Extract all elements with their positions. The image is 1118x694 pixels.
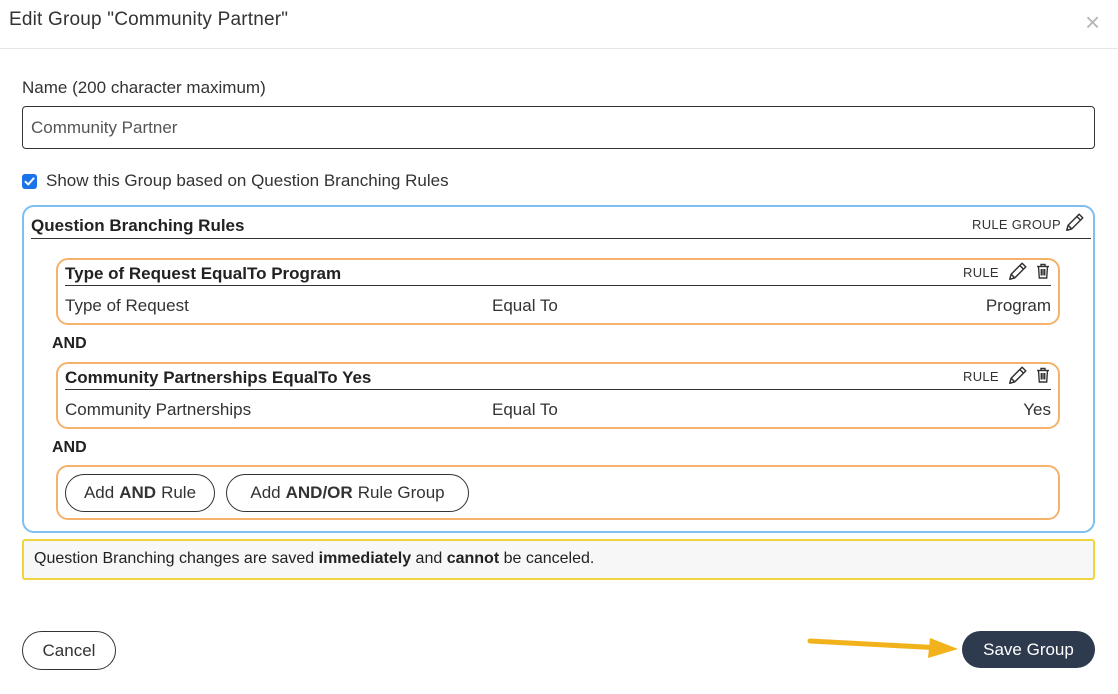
notice-text-3: be canceled. xyxy=(499,550,595,567)
rule-operator: Equal To xyxy=(492,400,558,419)
notice-text-1: Question Branching changes are saved xyxy=(34,550,319,567)
add-and-rule-bold: AND xyxy=(119,483,157,502)
cancel-button[interactable]: Cancel xyxy=(22,631,116,670)
rule-field: Type of Request xyxy=(65,296,189,315)
arrow-right-icon xyxy=(807,638,958,658)
delete-rule-trash-icon[interactable] xyxy=(1036,263,1050,284)
show-group-checkbox-label: Show this Group based on Question Branch… xyxy=(46,171,449,190)
and-connector: AND xyxy=(52,335,87,352)
close-icon[interactable]: × xyxy=(1085,9,1100,35)
rule-value: Program xyxy=(985,296,1051,315)
rule-group-label: RULE GROUP xyxy=(972,217,1061,232)
edit-rule-pencil-icon[interactable] xyxy=(1007,364,1029,391)
rule-title: Community Partnerships EqualTo Yes xyxy=(65,368,372,387)
show-group-checkbox-row[interactable]: Show this Group based on Question Branch… xyxy=(22,170,449,192)
dialog-title: Edit Group "Community Partner" xyxy=(9,9,289,30)
notice-bold-2: cannot xyxy=(446,550,500,567)
rule-label: RULE xyxy=(963,265,999,280)
show-group-checkbox[interactable] xyxy=(22,173,37,189)
rule-title: Type of Request EqualTo Program xyxy=(65,264,342,283)
edit-rule-group-pencil-icon[interactable] xyxy=(1064,211,1086,238)
delete-rule-trash-icon[interactable] xyxy=(1036,367,1050,388)
add-group-bold: AND/OR xyxy=(285,483,353,502)
name-label: Name (200 character maximum) xyxy=(22,78,266,97)
rule-field: Community Partnerships xyxy=(65,400,252,419)
branching-notice: Question Branching changes are saved imm… xyxy=(22,539,1095,580)
edit-rule-pencil-icon[interactable] xyxy=(1007,260,1029,287)
and-connector: AND xyxy=(52,439,87,456)
name-input[interactable] xyxy=(22,106,1095,149)
add-rule-panel: Add AND Rule Add AND/OR Rule Group xyxy=(56,465,1060,520)
rule-operator: Equal To xyxy=(492,296,558,315)
add-group-suffix: Rule Group xyxy=(357,483,445,502)
check-icon xyxy=(24,176,35,185)
rule-label: RULE xyxy=(963,369,999,384)
add-and-rule-suffix: Rule xyxy=(161,483,197,502)
rule-card: Type of Request EqualTo Program RULE Typ… xyxy=(56,258,1060,325)
save-group-button[interactable]: Save Group xyxy=(962,631,1095,668)
rule-card: Community Partnerships EqualTo Yes RULE … xyxy=(56,362,1060,429)
rule-group-divider xyxy=(31,238,1091,239)
rule-group-panel: Question Branching Rules RULE GROUP Type… xyxy=(22,205,1095,533)
notice-text-2: and xyxy=(411,550,447,567)
add-and-or-rule-group-button[interactable]: Add AND/OR Rule Group xyxy=(226,474,469,512)
dialog-header: Edit Group "Community Partner" × xyxy=(0,0,1118,49)
add-group-prefix: Add xyxy=(250,483,281,502)
add-and-rule-button[interactable]: Add AND Rule xyxy=(65,474,215,512)
rule-divider xyxy=(65,389,1051,390)
notice-bold-1: immediately xyxy=(318,550,412,567)
rule-group-title: Question Branching Rules xyxy=(31,216,245,235)
add-and-rule-prefix: Add xyxy=(83,483,115,502)
rule-divider xyxy=(65,285,1051,286)
rule-value: Yes xyxy=(1023,400,1051,419)
